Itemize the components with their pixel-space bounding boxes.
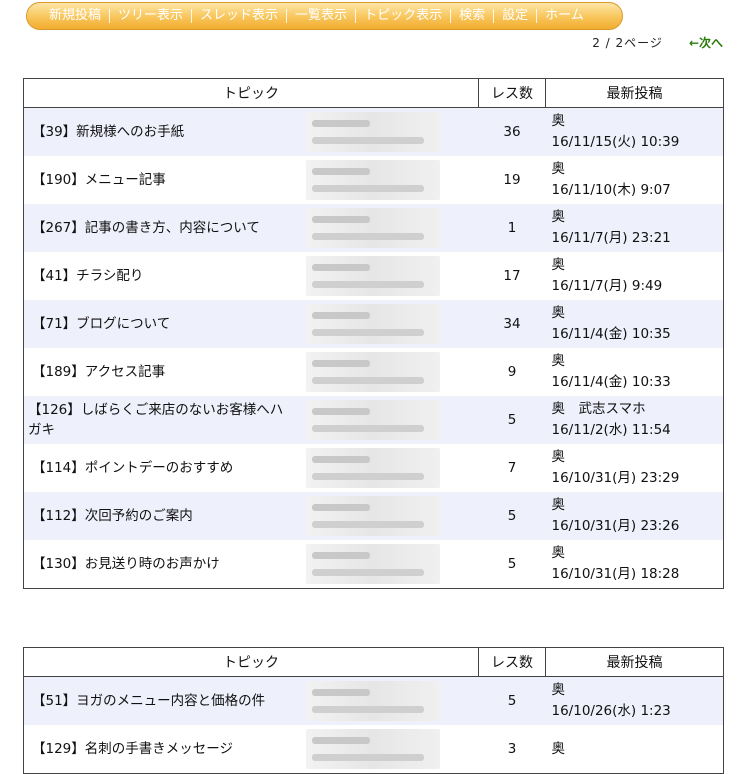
latest-date: 16/10/31(月) 23:26 <box>551 518 680 534</box>
latest-post: 奥 16/11/7(月) 9:49 <box>545 252 724 300</box>
redacted-author <box>306 304 440 344</box>
pager: 2 / 2ページ ←次へ <box>592 34 723 51</box>
latest-author: 奥 <box>551 353 566 369</box>
page-count: 2 / 2ページ <box>592 36 663 50</box>
table-row: 【39】新規様へのお手紙 36 奥 16/11/15(火) 10:39 <box>23 107 724 156</box>
redacted-author <box>306 496 440 536</box>
topic-table-1: トピック レス数 最新投稿 【39】新規様へのお手紙 36 奥 16/11/15(… <box>23 78 724 589</box>
latest-date: 16/10/31(月) 23:29 <box>551 470 680 486</box>
topic-link[interactable]: 【126】しばらくご来店のないお客様へハガキ <box>24 400 296 440</box>
reply-count: 5 <box>478 492 546 540</box>
latest-author: 奥 <box>551 257 566 273</box>
latest-date: 16/11/7(月) 23:21 <box>551 230 671 246</box>
latest-post: 奥 16/11/10(木) 9:07 <box>545 156 724 204</box>
redacted-author <box>306 160 440 200</box>
header-topic: トピック <box>23 78 479 108</box>
reply-count: 36 <box>478 107 546 156</box>
reply-count: 5 <box>478 676 546 725</box>
nav-settings[interactable]: 設定 <box>494 2 536 30</box>
nav-search[interactable]: 検索 <box>451 2 493 30</box>
reply-count: 9 <box>478 348 546 396</box>
latest-date: 16/11/7(月) 9:49 <box>551 278 663 294</box>
reply-count: 34 <box>478 300 546 348</box>
table-row: 【112】次回予約のご案内 5 奥 16/10/31(月) 23:26 <box>23 492 724 540</box>
latest-date: 16/10/26(水) 1:23 <box>551 703 671 719</box>
table-row: 【130】お見送り時のお声かけ 5 奥 16/10/31(月) 18:28 <box>23 540 724 589</box>
table-row: 【51】ヨガのメニュー内容と価格の件 5 奥 16/10/26(水) 1:23 <box>23 676 724 725</box>
latest-post: 奥 16/11/7(月) 23:21 <box>545 204 724 252</box>
table-row: 【41】チラシ配り 17 奥 16/11/7(月) 9:49 <box>23 252 724 300</box>
header-topic: トピック <box>23 647 479 677</box>
nav-topic-view[interactable]: トピック表示 <box>356 2 450 30</box>
header-reply-count: レス数 <box>478 647 546 677</box>
latest-author: 奥 <box>551 497 566 513</box>
latest-author: 奥 <box>551 305 566 321</box>
nav-thread-view[interactable]: スレッド表示 <box>192 2 286 30</box>
topic-table-2: トピック レス数 最新投稿 【51】ヨガのメニュー内容と価格の件 5 奥 16/1… <box>23 647 724 774</box>
latest-author: 奥 <box>551 682 566 698</box>
latest-date: 16/11/4(金) 10:35 <box>551 326 671 342</box>
reply-count: 19 <box>478 156 546 204</box>
table-row: 【71】ブログについて 34 奥 16/11/4(金) 10:35 <box>23 300 724 348</box>
latest-post: 奥 16/11/4(金) 10:35 <box>545 300 724 348</box>
latest-post: 奥 <box>545 725 724 774</box>
header-latest-post: 最新投稿 <box>545 647 724 677</box>
latest-post: 奥 16/10/31(月) 18:28 <box>545 540 724 589</box>
reply-count: 3 <box>478 725 546 774</box>
latest-post: 奥 16/11/15(火) 10:39 <box>545 107 724 156</box>
latest-date: 16/11/2(水) 11:54 <box>551 422 671 438</box>
redacted-author <box>306 352 440 392</box>
next-page-link[interactable]: ←次へ <box>689 34 723 51</box>
table-row: 【189】アクセス記事 9 奥 16/11/4(金) 10:33 <box>23 348 724 396</box>
table-header-row: トピック レス数 最新投稿 <box>23 647 724 677</box>
redacted-author <box>306 448 440 488</box>
latest-post: 奥 16/10/26(水) 1:23 <box>545 676 724 725</box>
latest-post: 奥 16/10/31(月) 23:29 <box>545 444 724 492</box>
latest-author: 奥 <box>551 545 566 561</box>
table-header-row: トピック レス数 最新投稿 <box>23 78 724 108</box>
table-row: 【267】記事の書き方、内容について 1 奥 16/11/7(月) 23:21 <box>23 204 724 252</box>
latest-date: 16/11/15(火) 10:39 <box>551 134 680 150</box>
nav-new-post[interactable]: 新規投稿 <box>41 2 109 30</box>
nav-home[interactable]: ホーム <box>537 2 592 30</box>
reply-count: 7 <box>478 444 546 492</box>
latest-post: 奥 16/10/31(月) 23:26 <box>545 492 724 540</box>
table-row: 【190】メニュー記事 19 奥 16/11/10(木) 9:07 <box>23 156 724 204</box>
latest-post: 奥 16/11/4(金) 10:33 <box>545 348 724 396</box>
redacted-author <box>306 112 440 152</box>
redacted-author <box>306 256 440 296</box>
redacted-author <box>306 208 440 248</box>
redacted-author <box>306 729 440 769</box>
latest-date: 16/10/31(月) 18:28 <box>551 566 680 582</box>
header-latest-post: 最新投稿 <box>545 78 724 108</box>
latest-author: 奥 <box>551 209 566 225</box>
nav-list-view[interactable]: 一覧表示 <box>287 2 355 30</box>
latest-author: 奥 <box>551 449 566 465</box>
table-row: 【126】しばらくご来店のないお客様へハガキ 5 奥 武志スマホ 16/11/2(… <box>23 396 724 444</box>
latest-author: 奥 武志スマホ <box>551 401 646 417</box>
redacted-author <box>306 544 440 584</box>
reply-count: 1 <box>478 204 546 252</box>
nav-tree-view[interactable]: ツリー表示 <box>110 2 191 30</box>
latest-author: 奥 <box>551 161 566 177</box>
latest-date: 16/11/4(金) 10:33 <box>551 374 671 390</box>
reply-count: 17 <box>478 252 546 300</box>
redacted-author <box>306 681 440 721</box>
top-nav: 新規投稿 ツリー表示 スレッド表示 一覧表示 トピック表示 検索 設定 ホーム <box>26 2 623 30</box>
latest-author: 奥 <box>551 113 566 129</box>
latest-author: 奥 <box>551 740 566 757</box>
latest-date: 16/11/10(木) 9:07 <box>551 182 671 198</box>
reply-count: 5 <box>478 540 546 589</box>
redacted-author <box>306 400 440 440</box>
reply-count: 5 <box>478 396 546 444</box>
latest-post: 奥 武志スマホ 16/11/2(水) 11:54 <box>545 396 724 444</box>
table-row: 【129】名刺の手書きメッセージ 3 奥 <box>23 725 724 774</box>
header-reply-count: レス数 <box>478 78 546 108</box>
table-row: 【114】ポイントデーのおすすめ 7 奥 16/10/31(月) 23:29 <box>23 444 724 492</box>
